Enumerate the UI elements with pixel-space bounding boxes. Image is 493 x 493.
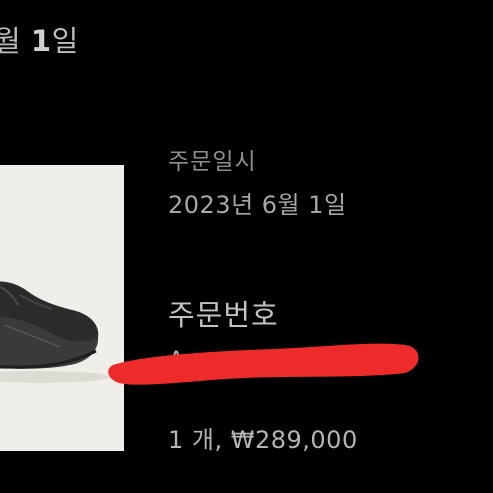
order-date-value: 2023년 6월 1일: [168, 191, 347, 219]
order-date-label: 주문일시: [168, 149, 257, 175]
product-image[interactable]: [0, 165, 124, 451]
quantity-price: 1 개, ₩289,000: [168, 426, 358, 454]
redaction-marker: [108, 343, 419, 385]
date-day-text: 일: [51, 24, 79, 58]
order-number-label: 주문번호: [168, 298, 279, 332]
page-title-date: 월 1일: [0, 18, 79, 60]
date-day-number: 1: [30, 24, 52, 58]
order-detail-screen: 월 1일 주문일시 2023년 6월 1일 주문번호 A 1 개, ₩289,0…: [0, 0, 493, 493]
sneaker-icon: [0, 165, 124, 451]
date-month-text: 월: [0, 24, 22, 58]
